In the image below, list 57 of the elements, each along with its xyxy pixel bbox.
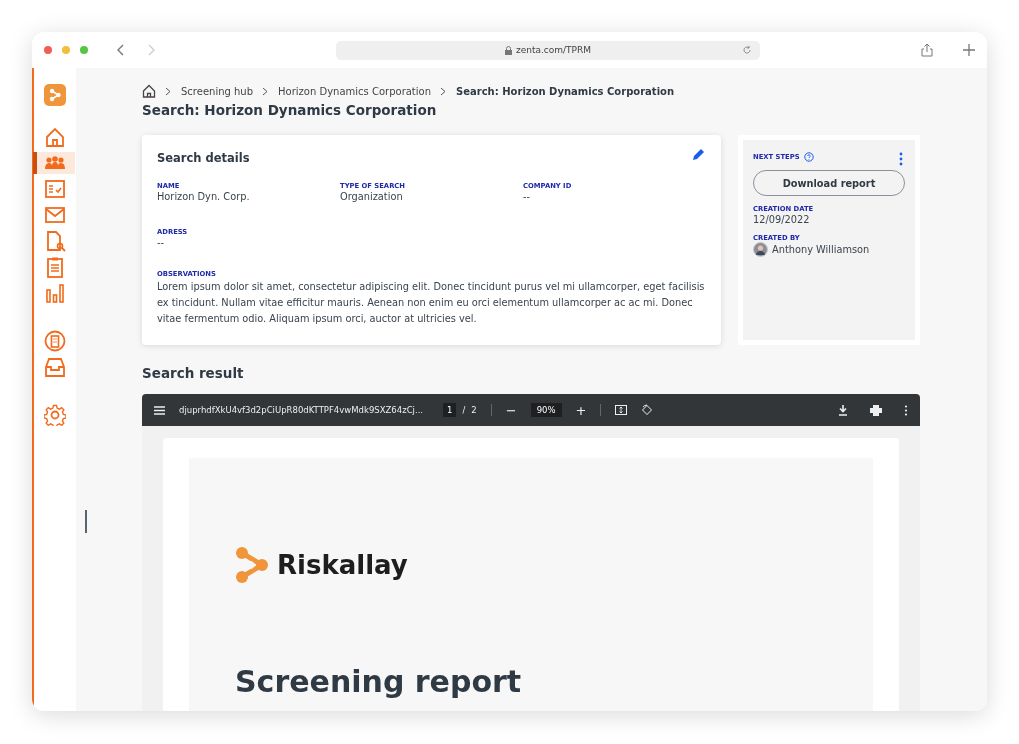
- field-value: Organization: [340, 191, 404, 202]
- page-separator: /: [462, 405, 466, 415]
- settings-icon: [44, 404, 66, 426]
- rotate-icon[interactable]: [641, 404, 654, 416]
- section-title: Search result: [142, 365, 245, 381]
- app-logo[interactable]: [44, 84, 66, 106]
- more-icon[interactable]: [899, 152, 903, 166]
- avatar-icon: [753, 242, 768, 257]
- page-input[interactable]: 1: [443, 403, 457, 417]
- sidebar-item[interactable]: [35, 152, 75, 174]
- close-dot[interactable]: [44, 46, 52, 54]
- breadcrumb-link[interactable]: Screening hub: [181, 85, 254, 97]
- download-icon[interactable]: [838, 404, 848, 416]
- home-icon: [44, 126, 66, 148]
- card-title: Search details: [157, 151, 250, 165]
- menu-icon[interactable]: [154, 405, 165, 415]
- zoom-in-button[interactable]: +: [575, 402, 587, 418]
- resize-handle[interactable]: [85, 510, 87, 533]
- field-value: 12/09/2022: [753, 214, 811, 225]
- inbox-icon: [44, 356, 66, 378]
- help-icon[interactable]: [803, 152, 814, 162]
- share-icon[interactable]: [921, 43, 933, 57]
- bar-chart-icon: [44, 282, 66, 304]
- chevron-icon: [165, 86, 172, 96]
- chevron-icon: [262, 86, 270, 96]
- minimize-dot[interactable]: [62, 46, 70, 54]
- lock-icon: [504, 45, 512, 55]
- edit-icon[interactable]: [692, 148, 705, 161]
- field-value: --: [157, 237, 166, 248]
- document-search-icon: [44, 230, 66, 252]
- page-count: 2: [471, 405, 477, 415]
- more-icon[interactable]: [904, 404, 908, 416]
- checklist-icon: [44, 178, 66, 200]
- creator-name: Anthony Williamson: [772, 244, 870, 255]
- reload-icon[interactable]: [742, 44, 752, 55]
- fit-page-icon[interactable]: [615, 405, 628, 415]
- brand-name: Riskallay: [277, 550, 408, 580]
- new-tab-icon[interactable]: [963, 44, 975, 56]
- back-icon[interactable]: [116, 44, 124, 56]
- zoom-out-button[interactable]: −: [505, 402, 517, 418]
- address-bar[interactable]: zenta.com/TPRM: [336, 40, 760, 60]
- chevron-icon: [440, 86, 448, 96]
- mail-icon: [44, 204, 66, 226]
- page-title: Search: Horizon Dynamics Corporation: [142, 102, 438, 118]
- zoom-field[interactable]: 90%: [530, 403, 562, 417]
- report-heading: Screening report: [235, 664, 523, 699]
- field-value: Horizon Dyn. Corp.: [157, 191, 251, 202]
- download-report-button[interactable]: Download report: [753, 170, 905, 196]
- observations-text: Lorem ipsum dolor sit amet, consectetur adipiscing elit. Donec tincidunt purus vel mi ullamcorper, eget facilisis ex tincidunt. Nullam vitae efficitur mauris. Aenean non enim eu orci elementum ullamcorper ac ac mi. Donec vitae fermentum odio. Aliquam ipsum orci, auctor at ultricies vel.: [157, 280, 706, 326]
- clipboard-icon: [44, 256, 66, 278]
- field-value: --: [523, 191, 532, 202]
- building-icon: [44, 330, 66, 352]
- file-name: djuprhdfXkU4vf3d2pCiUpR80dKTTPF4vwMdk9SXZ64zCj...: [179, 405, 424, 415]
- zoom-dot[interactable]: [80, 46, 88, 54]
- brand-logo-icon: [235, 546, 269, 584]
- breadcrumb-link[interactable]: Horizon Dynamics Corporation: [278, 85, 432, 97]
- home-icon[interactable]: [142, 84, 156, 98]
